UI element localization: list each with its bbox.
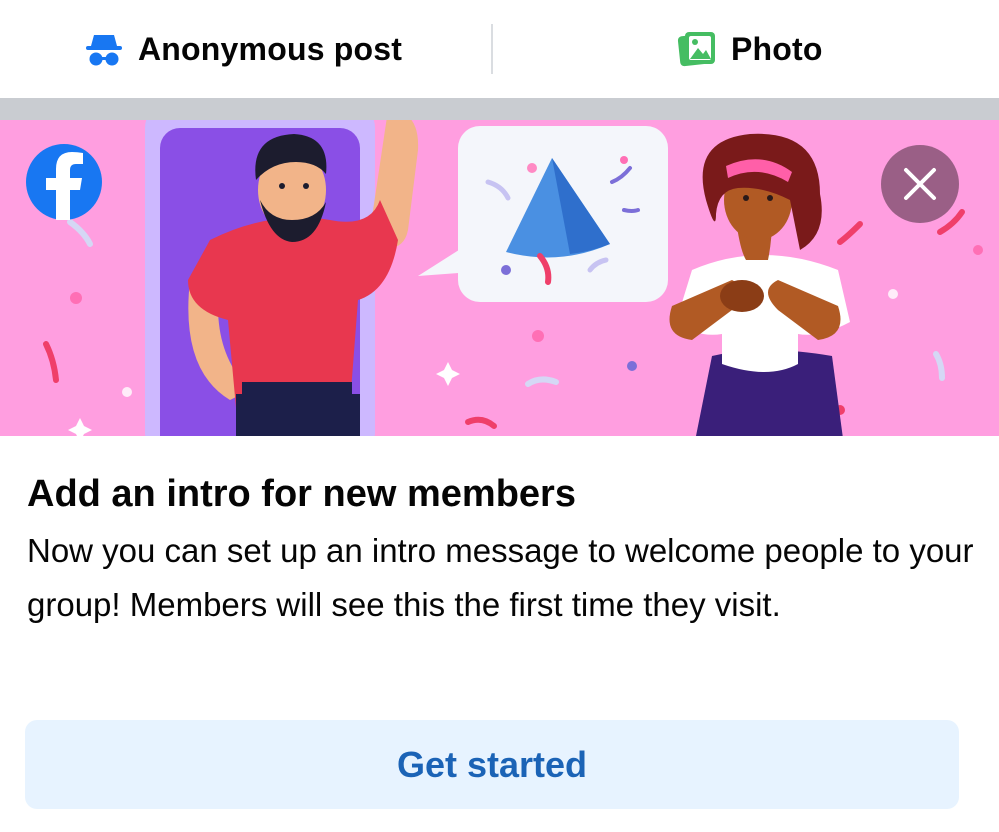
section-separator	[0, 98, 999, 120]
get-started-button[interactable]: Get started	[25, 720, 959, 809]
photo-button[interactable]: Photo	[677, 0, 823, 98]
photo-label: Photo	[731, 30, 823, 67]
incognito-icon	[86, 35, 122, 66]
photo-icon	[677, 32, 715, 67]
action-divider	[491, 24, 493, 74]
intro-illustration	[0, 120, 999, 436]
card-description: Now you can set up an intro message to w…	[27, 532, 974, 623]
anonymous-post-label: Anonymous post	[138, 30, 403, 67]
facebook-logo-icon	[26, 144, 102, 220]
close-icon	[904, 168, 936, 200]
intro-banner	[0, 120, 999, 436]
get-started-label: Get started	[396, 743, 588, 785]
anonymous-post-button[interactable]: Anonymous post	[84, 0, 402, 98]
close-button[interactable]	[881, 145, 959, 223]
composer-actions: Anonymous post Photo	[0, 0, 999, 98]
card-title: Add an intro for new members	[27, 473, 576, 515]
intro-card-content: Add an intro for new members Now you can…	[27, 470, 977, 632]
